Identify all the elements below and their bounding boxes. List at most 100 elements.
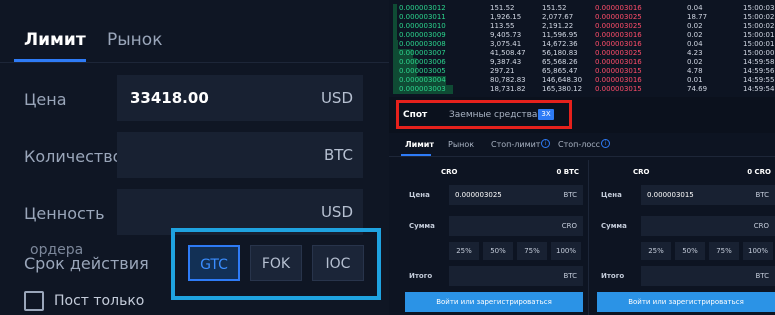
sell-total-input[interactable]: BTC — [641, 266, 775, 286]
trade-time: 14:59:54 — [743, 85, 775, 93]
bid-total: 2,191.22 — [542, 22, 574, 30]
bid-amount: 113.55 — [490, 22, 515, 30]
bid-amount: 151.52 — [490, 4, 515, 12]
order-form-large: Лимит Рынок Цена 33418.00 USD Количество… — [0, 0, 389, 315]
orderbook-row[interactable]: 0.000003009 9,405.73 11,596.95 0.000003016 0… — [389, 31, 775, 40]
sell-amount-label: Сумма — [601, 222, 627, 230]
trade-time: 14:59:58 — [743, 58, 775, 66]
orderbook-row[interactable]: 0.000003010 113.55 2,191.22 0.000003025 0.02… — [389, 22, 775, 31]
price-input[interactable]: 33418.00 USD — [117, 75, 363, 121]
quantity-input[interactable]: BTC — [117, 132, 363, 178]
orderbook-row[interactable]: 0.000003003 18,731.82 165,380.12 0.00000301… — [389, 85, 775, 94]
tab-market-small[interactable]: Рынок — [448, 140, 474, 149]
buy-login-button[interactable]: Войти или зарегистрироваться — [405, 292, 583, 312]
bid-amount: 3,075.41 — [490, 40, 522, 48]
trade-price: 0.000003025 — [595, 13, 642, 21]
bid-amount: 297.21 — [490, 67, 515, 75]
buy-balance: 0 BTC — [556, 168, 579, 176]
stop-limit-info-icon[interactable]: i — [541, 139, 550, 148]
tif-fok-button[interactable]: FOK — [250, 245, 302, 281]
sell-pct-75[interactable]: 75% — [709, 242, 739, 260]
buy-pct-50[interactable]: 50% — [483, 242, 513, 260]
sell-login-button[interactable]: Войти или зарегистрироваться — [597, 292, 775, 312]
tif-ioc-button[interactable]: IOC — [312, 245, 364, 281]
order-type-tabs-small: Лимит Рынок Стоп-лимит i Стоп-лосс i — [389, 133, 775, 157]
buy-price-unit: BTC — [563, 191, 577, 199]
buy-currency: CRO — [441, 168, 458, 176]
bid-total: 146,648.30 — [542, 76, 583, 84]
trade-amount: 0.02 — [687, 22, 703, 30]
orderbook-row[interactable]: 0.000003005 297.21 65,865.47 0.000003015 4.7… — [389, 67, 775, 76]
bid-price: 0.000003005 — [399, 67, 446, 75]
trade-amount: 0.04 — [687, 4, 703, 12]
sell-total-unit: BTC — [755, 272, 769, 280]
trading-mode-tabs: Спот Заемные средства 3X — [389, 97, 775, 133]
orderbook-row[interactable]: 0.000003004 80,782.83 146,648.30 0.00000301… — [389, 76, 775, 85]
bid-price: 0.000003008 — [399, 40, 446, 48]
tab-limit-small[interactable]: Лимит — [405, 140, 434, 149]
orderbook-row[interactable]: 0.000003012 151.52 151.52 0.000003016 0.04 15… — [389, 4, 775, 13]
orderbook-and-trades: 0.000003012 151.52 151.52 0.000003016 0.04 15… — [389, 0, 775, 96]
bid-amount: 1,926.15 — [490, 13, 522, 21]
screenshot-root: Лимит Рынок Цена 33418.00 USD Количество… — [0, 0, 775, 315]
bid-price: 0.000003011 — [399, 13, 446, 21]
trade-price: 0.000003016 — [595, 4, 642, 12]
price-value: 33418.00 — [130, 89, 209, 107]
stop-loss-info-icon[interactable]: i — [601, 139, 610, 148]
buy-total-unit: BTC — [563, 272, 577, 280]
tab-market[interactable]: Рынок — [107, 30, 162, 50]
bid-amount: 18,731.82 — [490, 85, 526, 93]
bid-total: 165,380.12 — [542, 85, 583, 93]
bid-total: 11,596.95 — [542, 31, 578, 39]
sell-currency: CRO — [633, 168, 650, 176]
trade-time: 15:00:03 — [743, 4, 775, 12]
active-tab-underline-small — [401, 154, 431, 156]
sell-pct-50[interactable]: 50% — [675, 242, 705, 260]
trade-time: 14:59:56 — [743, 67, 775, 75]
quantity-label: Количество — [24, 147, 123, 166]
price-label: Цена — [24, 90, 67, 109]
post-only-checkbox[interactable] — [24, 291, 44, 311]
bid-total: 2,077.67 — [542, 13, 574, 21]
sell-price-unit: BTC — [755, 191, 769, 199]
buy-pct-25[interactable]: 25% — [449, 242, 479, 260]
sell-price-input[interactable]: 0.000003015 BTC — [641, 185, 775, 205]
buy-pct-100[interactable]: 100% — [551, 242, 581, 260]
orderbook-row[interactable]: 0.000003008 3,075.41 14,672.36 0.000003016 0… — [389, 40, 775, 49]
trade-time: 14:59:55 — [743, 76, 775, 84]
buy-price-input[interactable]: 0.000003025 BTC — [449, 185, 583, 205]
buy-amount-input[interactable]: CRO — [449, 216, 583, 236]
bid-depth-bar — [393, 4, 397, 13]
sell-price-label: Цена — [601, 191, 622, 199]
sell-total-label: Итого — [601, 272, 625, 280]
tab-stop-limit[interactable]: Стоп-лимит — [491, 140, 540, 149]
trade-time: 15:00:02 — [743, 22, 775, 30]
trade-time: 15:00:01 — [743, 40, 775, 48]
buy-total-input[interactable]: BTC — [449, 266, 583, 286]
bid-price: 0.000003012 — [399, 4, 446, 12]
buy-price-label: Цена — [409, 191, 430, 199]
bid-depth-bar — [393, 22, 397, 31]
trade-amount: 0.01 — [687, 76, 703, 84]
trade-price: 0.000003016 — [595, 58, 642, 66]
orderbook-row[interactable]: 0.000003011 1,926.15 2,077.67 0.000003025 18… — [389, 13, 775, 22]
bid-total: 65,568.26 — [542, 58, 578, 66]
sell-pct-100[interactable]: 100% — [743, 242, 773, 260]
mode-tabs-highlight — [396, 100, 572, 129]
bid-price: 0.000003003 — [399, 85, 446, 93]
form-divider — [588, 160, 589, 315]
buy-price-value: 0.000003025 — [455, 191, 502, 199]
tab-stop-loss[interactable]: Стоп-лосс — [558, 140, 600, 149]
tif-gtc-button[interactable]: GTC — [188, 245, 240, 281]
value-label: Ценность — [24, 204, 105, 223]
sell-amount-input[interactable]: CRO — [641, 216, 775, 236]
orderbook-row[interactable]: 0.000003006 9,387.43 65,568.26 0.000003016 0… — [389, 58, 775, 67]
bid-price: 0.000003004 — [399, 76, 446, 84]
buy-pct-75[interactable]: 75% — [517, 242, 547, 260]
sell-pct-25[interactable]: 25% — [641, 242, 671, 260]
trade-price: 0.000003015 — [595, 85, 642, 93]
tab-limit[interactable]: Лимит — [24, 30, 86, 50]
orderbook-row[interactable]: 0.000003007 41,508.47 56,180.83 0.000003025… — [389, 49, 775, 58]
bid-price: 0.000003007 — [399, 49, 446, 57]
trade-amount: 0.02 — [687, 58, 703, 66]
